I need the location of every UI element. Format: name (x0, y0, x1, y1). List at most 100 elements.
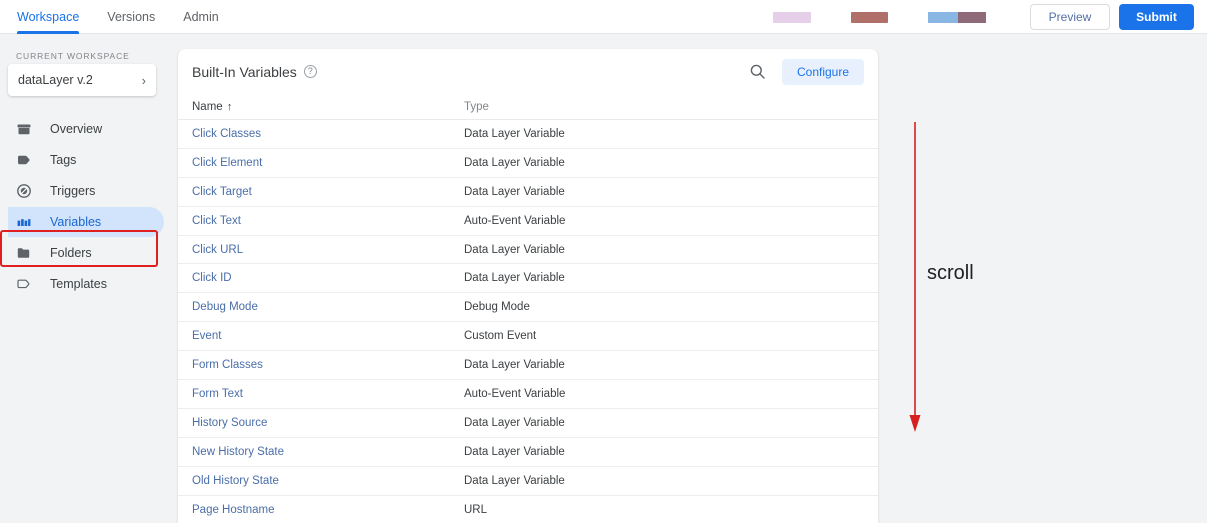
variable-type-cell: Auto-Event Variable (464, 387, 566, 400)
variable-type-cell: Data Layer Variable (464, 445, 565, 458)
tab-admin-label: Admin (183, 10, 219, 24)
table-row[interactable]: Debug Mode Debug Mode (178, 293, 878, 323)
sidebar-nav: Overview Tags Triggers Variables Folders… (0, 114, 178, 299)
sidebar-item-variables[interactable]: Variables (8, 207, 164, 237)
variable-type-cell: Custom Event (464, 330, 537, 343)
card-header: Built-In Variables ? Configure (178, 49, 878, 94)
workspace-name: dataLayer v.2 (18, 73, 93, 87)
variable-type-cell: Data Layer Variable (464, 156, 565, 169)
sidebar-item-tags-label: Tags (50, 153, 77, 167)
variable-name-link[interactable]: Page Hostname (192, 504, 464, 516)
variable-type-cell: URL (464, 503, 488, 516)
variable-type-cell: Auto-Event Variable (464, 214, 566, 227)
variable-name-link[interactable]: Click Element (192, 157, 464, 169)
sort-ascending-icon: ↑ (226, 100, 233, 113)
table-row[interactable]: Click Element Data Layer Variable (178, 149, 878, 178)
column-header-name[interactable]: Name ↑ (192, 101, 464, 113)
sidebar-item-triggers[interactable]: Triggers (8, 176, 164, 206)
submit-button[interactable]: Submit (1119, 4, 1194, 30)
folder-icon (16, 245, 40, 261)
sidebar-item-triggers-label: Triggers (50, 184, 96, 198)
tab-admin[interactable]: Admin (183, 0, 232, 34)
tab-workspace-label: Workspace (17, 10, 80, 24)
redaction-block-3 (928, 11, 986, 23)
redacted-info-blocks (773, 11, 986, 23)
sidebar-item-templates[interactable]: Templates (8, 269, 164, 299)
variable-name-link[interactable]: Form Classes (192, 359, 464, 371)
preview-button-label: Preview (1048, 10, 1092, 24)
redaction-block-3a (928, 11, 958, 23)
archive-box-icon (16, 121, 40, 137)
variable-name-link[interactable]: Debug Mode (192, 301, 464, 313)
variable-name-link[interactable]: History Source (192, 417, 464, 429)
table-row[interactable]: Click Target Data Layer Variable (178, 178, 878, 207)
table-row[interactable]: Click Classes Data Layer Variable (178, 120, 878, 149)
workspace-selector[interactable]: dataLayer v.2 › (8, 64, 156, 96)
sidebar-item-tags[interactable]: Tags (8, 145, 164, 175)
variables-table-body: Click Classes Data Layer Variable Click El… (178, 120, 878, 523)
configure-button[interactable]: Configure (782, 58, 864, 85)
column-header-name-label: Name (192, 100, 223, 113)
variable-name-link[interactable]: Old History State (192, 475, 464, 487)
variable-type-cell: Debug Mode (464, 301, 530, 314)
search-icon[interactable] (748, 63, 766, 81)
card-header-actions: Configure (748, 58, 864, 85)
variable-type-cell: Data Layer Variable (464, 127, 565, 140)
card-title: Built-In Variables (192, 63, 297, 80)
redaction-block-1 (773, 11, 811, 23)
column-header-type[interactable]: Type (464, 101, 489, 113)
table-row[interactable]: Click Text Auto-Event Variable (178, 207, 878, 236)
variable-type-cell: Data Layer Variable (464, 185, 565, 198)
redaction-block-3b (958, 11, 986, 23)
chevron-right-icon: › (141, 72, 146, 88)
sidebar-item-templates-label: Templates (50, 277, 107, 291)
table-row[interactable]: Form Text Auto-Event Variable (178, 380, 878, 409)
redaction-block-2 (851, 11, 888, 23)
tag-icon (16, 152, 40, 168)
table-row[interactable]: Click ID Data Layer Variable (178, 264, 878, 294)
variable-type-cell: Data Layer Variable (464, 416, 565, 429)
variables-blocks-icon (16, 214, 40, 230)
variable-name-link[interactable]: Click URL (192, 244, 464, 256)
table-row[interactable]: Click URL Data Layer Variable (178, 236, 878, 265)
configure-button-label: Configure (796, 64, 850, 79)
help-icon[interactable]: ? (303, 65, 317, 78)
scroll-annotation-label: scroll (927, 262, 974, 284)
table-row[interactable]: History Source Data Layer Variable (178, 409, 878, 438)
variable-name-link[interactable]: New History State (192, 446, 464, 458)
variable-type-cell: Data Layer Variable (464, 359, 565, 372)
table-row[interactable]: Form Classes Data Layer Variable (178, 351, 878, 381)
scroll-annotation: scroll (880, 110, 1100, 450)
variable-type-cell: Data Layer Variable (464, 474, 565, 487)
table-row[interactable]: Event Custom Event (178, 322, 878, 352)
sidebar-item-overview[interactable]: Overview (8, 114, 164, 144)
table-row[interactable]: Page Hostname URL (178, 496, 878, 523)
sidebar: CURRENT WORKSPACE dataLayer v.2 › Overvi… (0, 34, 178, 523)
submit-button-label: Submit (1136, 10, 1177, 24)
variable-name-link[interactable]: Click Classes (192, 128, 464, 140)
variable-type-cell: Data Layer Variable (464, 272, 565, 285)
preview-button[interactable]: Preview (1030, 4, 1110, 30)
tab-workspace[interactable]: Workspace (17, 0, 93, 34)
tab-versions[interactable]: Versions (107, 0, 169, 34)
template-outline-icon (16, 276, 40, 292)
variable-name-link[interactable]: Click Target (192, 186, 464, 198)
table-row[interactable]: New History State Data Layer Variable (178, 438, 878, 467)
variable-name-link[interactable]: Form Text (192, 388, 464, 400)
sidebar-item-folders[interactable]: Folders (8, 238, 164, 268)
top-bar-actions: Preview Submit (773, 0, 1207, 34)
sidebar-item-folders-label: Folders (50, 246, 92, 260)
top-navigation-bar: Workspace Versions Admin Preview Submit (0, 0, 1207, 34)
variable-name-link[interactable]: Click ID (192, 272, 464, 284)
variable-name-link[interactable]: Click Text (192, 215, 464, 227)
table-row[interactable]: Old History State Data Layer Variable (178, 467, 878, 496)
tab-versions-label: Versions (107, 10, 156, 24)
variable-type-cell: Data Layer Variable (464, 243, 565, 256)
scroll-arrow-icon (909, 122, 921, 432)
variable-name-link[interactable]: Event (192, 330, 464, 342)
sidebar-item-overview-label: Overview (50, 122, 103, 136)
sidebar-item-variables-label: Variables (50, 215, 102, 229)
built-in-variables-card: Built-In Variables ? Configure Name ↑ Ty… (178, 49, 878, 523)
top-tabs: Workspace Versions Admin (0, 0, 247, 34)
app-root: Workspace Versions Admin Preview Submit … (0, 0, 1207, 523)
